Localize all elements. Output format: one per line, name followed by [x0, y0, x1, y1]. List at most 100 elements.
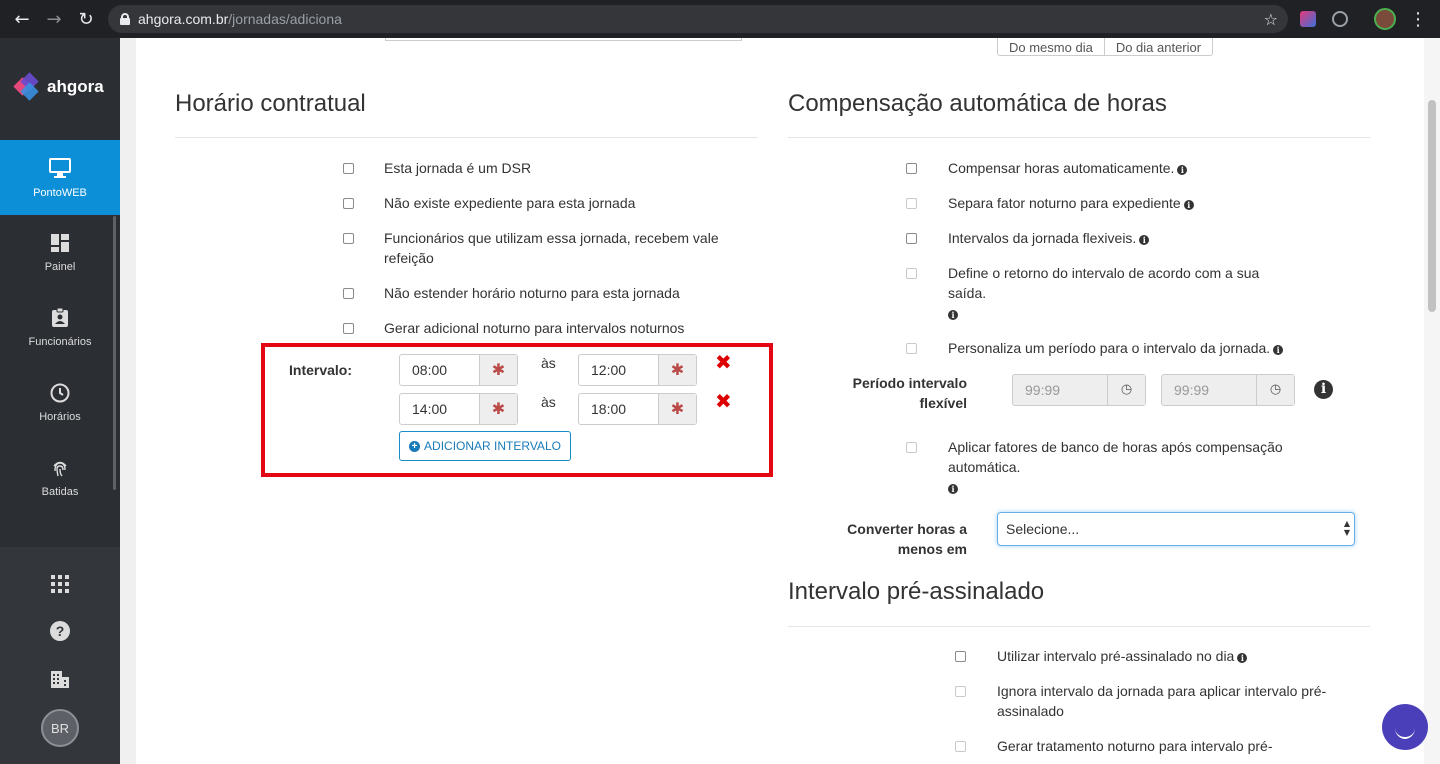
previous-day-button[interactable]: Do dia anterior — [1103, 38, 1212, 55]
adicional-noturno-label: Gerar adicional noturno para intervalos … — [384, 320, 685, 336]
dsr-label: Esta jornada é um DSR — [384, 160, 532, 176]
apps-grid-icon[interactable] — [51, 575, 69, 593]
option-text: Personaliza um período para o intervalo … — [948, 340, 1271, 356]
profile-avatar[interactable] — [1374, 8, 1396, 30]
remove-interval-2-icon[interactable]: ✖ — [715, 389, 732, 413]
sidebar-item-label: Funcionários — [28, 335, 92, 348]
bookmark-star-icon[interactable]: ☆ — [1264, 10, 1278, 29]
time-value[interactable]: 14:00 — [400, 394, 479, 424]
url-host: ahgora.com.br — [138, 11, 229, 27]
tratamento-noturno-label: Gerar tratamento noturno para intervalo … — [997, 738, 1273, 754]
info-icon[interactable]: i — [1183, 200, 1194, 210]
partial-textarea[interactable] — [385, 38, 742, 41]
option-text: Aplicar fatores de banco de horas após c… — [948, 439, 1283, 475]
scrollbar-thumb[interactable] — [1428, 100, 1436, 312]
dsr-checkbox[interactable] — [343, 163, 354, 174]
horario-contratual-title: Horário contratual — [175, 90, 366, 117]
info-icon[interactable]: i — [948, 484, 958, 494]
time-value[interactable]: 08:00 — [400, 355, 479, 385]
user-avatar[interactable]: BR — [41, 709, 79, 747]
no-expediente-label: Não existe expediente para esta jornada — [384, 195, 636, 211]
clock-icon: ◷ — [1107, 375, 1145, 405]
vale-refeicao-checkbox[interactable] — [343, 233, 354, 244]
no-expediente-checkbox[interactable] — [343, 198, 354, 209]
url-path: /jornadas/adiciona — [228, 11, 342, 27]
building-icon[interactable] — [50, 669, 70, 689]
aplicar-fatores-label: Aplicar fatores de banco de horas após c… — [948, 437, 1308, 497]
address-bar[interactable]: ahgora.com.br/jornadas/adiciona ☆ — [108, 5, 1288, 33]
personaliza-periodo-label: Personaliza um período para o intervalo … — [948, 338, 1284, 358]
plus-circle-icon: + — [409, 440, 421, 452]
compensar-label: Compensar horas automaticamente. i — [948, 158, 1188, 178]
compensar-checkbox[interactable] — [906, 163, 917, 174]
pre-assinalado-title: Intervalo pré-assinalado — [788, 578, 1045, 605]
no-extend-noturno-checkbox[interactable] — [343, 288, 354, 299]
sidebar: ahgora PontoWEB Painel Funcionários Horá… — [0, 38, 120, 764]
periodo-info-icon[interactable]: i — [1314, 380, 1333, 399]
time-value[interactable]: 18:00 — [579, 394, 658, 424]
help-icon[interactable]: ? — [50, 621, 70, 641]
info-icon[interactable]: i — [1273, 345, 1284, 355]
sidebar-scrollbar[interactable] — [113, 216, 116, 490]
interval-2-end-input[interactable]: 18:00 ✱ — [578, 393, 697, 425]
sidebar-item-funcionarios[interactable]: Funcionários — [0, 290, 120, 365]
separator-as: às — [541, 355, 556, 371]
lock-icon — [120, 13, 130, 25]
time-value[interactable]: 12:00 — [579, 355, 658, 385]
remove-interval-1-icon[interactable]: ✖ — [715, 350, 732, 374]
placeholder-text: 99:99 — [1174, 382, 1210, 398]
interval-1-end-input[interactable]: 12:00 ✱ — [578, 354, 697, 386]
logo-text: ahgora — [47, 77, 104, 96]
clock-icon: ◷ — [1256, 375, 1294, 405]
aplicar-fatores-checkbox[interactable] — [906, 442, 917, 453]
sidebar-item-painel[interactable]: Painel — [0, 215, 120, 290]
info-icon[interactable]: i — [948, 310, 958, 320]
extension-2-icon[interactable] — [1332, 11, 1348, 27]
periodo-intervalo-label: Período intervalo flexível — [852, 375, 967, 411]
add-interval-button[interactable]: + ADICIONAR INTERVALO — [399, 431, 571, 461]
info-icon[interactable]: i — [1237, 653, 1248, 663]
info-icon[interactable]: i — [1139, 235, 1150, 245]
separa-fator-checkbox[interactable] — [906, 198, 917, 209]
info-icon[interactable]: i — [1177, 165, 1188, 175]
define-retorno-label: Define o retorno do intervalo de acordo … — [948, 263, 1293, 323]
converter-horas-label: Converter horas a menos em — [847, 521, 967, 557]
id-badge-icon — [52, 307, 68, 327]
monitor-icon — [49, 157, 71, 178]
ahgora-logo[interactable]: ahgora — [13, 72, 104, 101]
interval-2-start-input[interactable]: 14:00 ✱ — [399, 393, 518, 425]
chat-widget-button[interactable] — [1382, 704, 1428, 750]
intervalos-flexiveis-label: Intervalos da jornada flexiveis. i — [948, 228, 1150, 248]
menu-kebab-icon[interactable]: ⋮ — [1402, 3, 1434, 35]
sidebar-item-label: PontoWEB — [33, 186, 87, 199]
sidebar-item-pontoweb[interactable]: PontoWEB — [0, 140, 120, 215]
fingerprint-icon — [53, 461, 67, 476]
utilizar-pre-assinalado-label: Utilizar intervalo pré-assinalado no dia… — [997, 646, 1248, 666]
utilizar-pre-assinalado-checkbox[interactable] — [955, 651, 966, 662]
personaliza-periodo-checkbox[interactable] — [906, 343, 917, 354]
divider — [788, 137, 1370, 138]
option-text: Utilizar intervalo pré-assinalado no dia — [997, 648, 1235, 664]
interval-1-start-input[interactable]: 08:00 ✱ — [399, 354, 518, 386]
define-retorno-checkbox[interactable] — [906, 268, 917, 279]
intervalos-flexiveis-checkbox[interactable] — [906, 233, 917, 244]
page-scrollbar[interactable] — [1424, 38, 1440, 764]
adicional-noturno-checkbox[interactable] — [343, 323, 354, 334]
converter-horas-select[interactable]: Selecione... ▲ ▼ — [997, 512, 1355, 546]
back-icon[interactable]: ← — [6, 3, 38, 35]
shift-day-buttons: Do mesmo dia Do dia anterior — [997, 38, 1214, 56]
placeholder-text: 99:99 — [1025, 382, 1061, 398]
add-interval-label: ADICIONAR INTERVALO — [424, 439, 561, 453]
dashboard-icon — [51, 233, 69, 252]
required-asterisk-icon: ✱ — [658, 394, 696, 424]
same-day-button[interactable]: Do mesmo dia — [998, 38, 1104, 55]
tratamento-noturno-checkbox[interactable] — [955, 741, 966, 752]
ignora-intervalo-checkbox[interactable] — [955, 686, 966, 697]
extension-icon[interactable] — [1300, 11, 1316, 27]
reload-icon[interactable]: ↻ — [70, 3, 102, 35]
logo-mark-icon — [13, 72, 42, 101]
sidebar-item-horarios[interactable]: Horários — [0, 365, 120, 440]
sidebar-item-batidas[interactable]: Batidas — [0, 440, 120, 515]
intervalo-label: Intervalo: — [289, 362, 353, 378]
forward-icon[interactable]: → — [38, 3, 70, 35]
